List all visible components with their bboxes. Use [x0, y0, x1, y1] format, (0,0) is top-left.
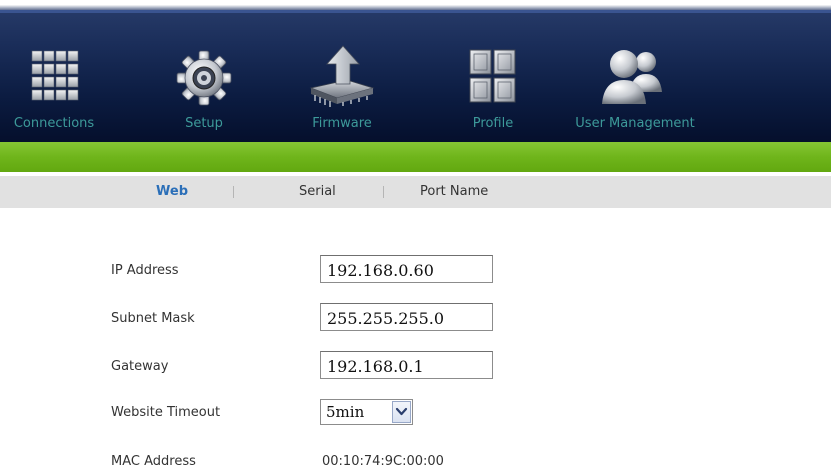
gateway-label: Gateway — [111, 359, 169, 374]
subnav-bar: Web Serial Port Name — [0, 176, 831, 208]
tab-separator — [383, 186, 384, 198]
top-navigation: Connections Setup Firmware Profile User … — [0, 0, 831, 142]
nav-label-setup: Setup — [185, 116, 223, 131]
chip-upload-icon — [309, 45, 375, 107]
nav-item-firmware[interactable]: Firmware — [299, 40, 385, 140]
green-banner — [0, 142, 831, 172]
panels-icon — [469, 49, 516, 103]
gateway-field[interactable] — [320, 351, 493, 379]
nav-item-connections[interactable]: Connections — [2, 40, 106, 140]
website-timeout-value: 5min — [326, 403, 365, 421]
tab-serial[interactable]: Serial — [299, 184, 336, 199]
tab-port-name[interactable]: Port Name — [420, 184, 488, 199]
tab-web[interactable]: Web — [156, 184, 188, 199]
users-icon — [602, 50, 662, 104]
website-timeout-select[interactable]: 5min — [320, 399, 413, 425]
ip-address-field[interactable] — [320, 255, 493, 283]
nav-item-setup[interactable]: Setup — [164, 40, 244, 140]
ip-address-label: IP Address — [111, 263, 179, 278]
nav-item-profile[interactable]: Profile — [455, 40, 531, 140]
nav-label-connections: Connections — [13, 116, 95, 131]
gear-icon — [176, 50, 232, 106]
nav-label-firmware: Firmware — [312, 116, 372, 131]
grid-icon — [31, 50, 79, 101]
subnet-mask-label: Subnet Mask — [111, 311, 195, 326]
nav-label-profile: Profile — [472, 116, 514, 131]
subnet-mask-field[interactable] — [320, 303, 493, 331]
mac-address-value: 00:10:74:9C:00:00 — [322, 454, 444, 468]
chevron-down-icon — [395, 407, 408, 416]
page: Connections Setup Firmware Profile User … — [0, 0, 831, 468]
dropdown-button[interactable] — [392, 401, 411, 423]
tab-separator — [233, 186, 234, 198]
nav-label-user-management: User Management — [575, 116, 695, 131]
mac-address-label: MAC Address — [111, 454, 196, 468]
website-timeout-label: Website Timeout — [111, 405, 221, 420]
nav-item-user-management[interactable]: User Management — [560, 40, 710, 140]
